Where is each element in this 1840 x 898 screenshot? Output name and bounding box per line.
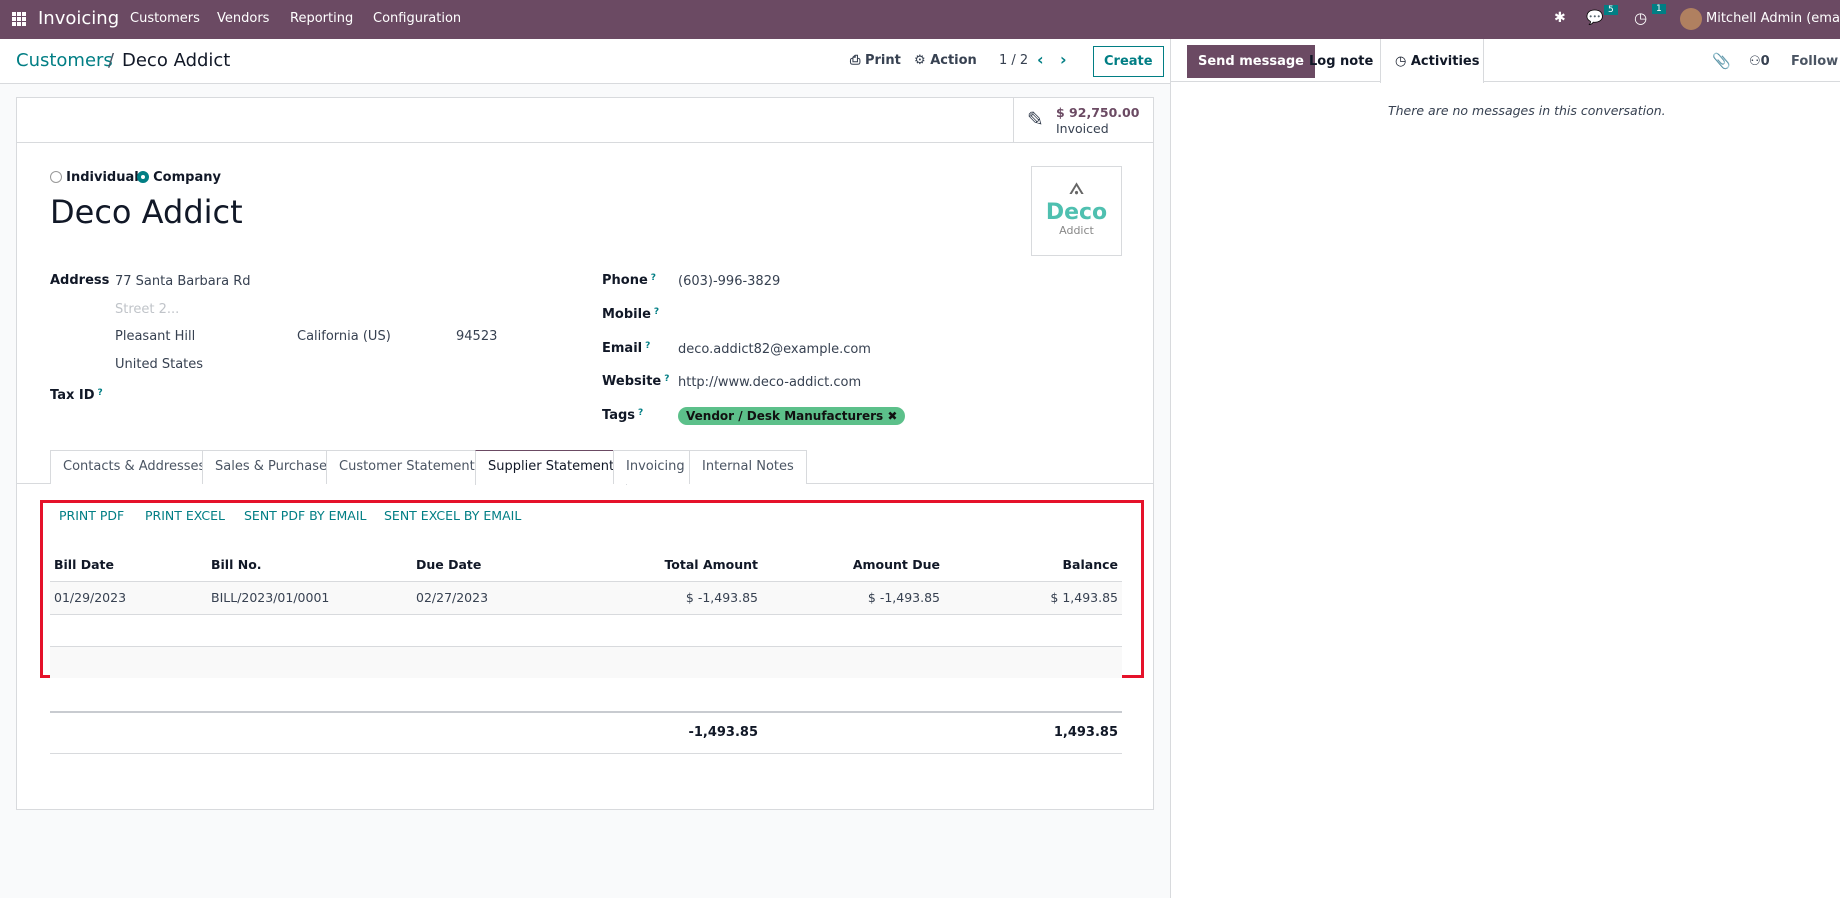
avatar[interactable] (1680, 8, 1702, 30)
menu-configuration[interactable]: Configuration (373, 11, 461, 26)
top-navbar: Invoicing Customers Vendors Reporting Co… (0, 0, 1840, 39)
email-label: Email? (602, 341, 651, 356)
statement-table: Bill Date Bill No. Due Date Total Amount… (50, 550, 1122, 678)
table-row[interactable]: 01/29/2023 BILL/2023/01/0001 02/27/2023 … (50, 582, 1122, 615)
pager-prev-icon[interactable]: ‹ (1037, 50, 1044, 69)
tab-customer-statement[interactable]: Customer Statement (326, 450, 488, 484)
app-name[interactable]: Invoicing (38, 8, 119, 29)
tab-internal-notes[interactable]: Internal Notes (689, 450, 807, 484)
send-pdf-email-button[interactable]: SENT PDF BY EMAIL (244, 508, 367, 523)
menu-vendors[interactable]: Vendors (217, 11, 269, 26)
street-field[interactable]: 77 Santa Barbara Rd (115, 274, 251, 289)
print-excel-button[interactable]: PRINT EXCEL (145, 508, 225, 523)
breadcrumb-current: Deco Addict (122, 50, 231, 71)
empty-row (50, 615, 1122, 647)
send-excel-email-button[interactable]: SENT EXCEL BY EMAIL (384, 508, 521, 523)
messages-icon[interactable]: 💬 5 (1586, 5, 1618, 26)
clock-icon: ◷ (1395, 54, 1411, 69)
radio-individual[interactable]: Individual (50, 170, 139, 185)
total-amount: -1,493.85 (688, 725, 758, 740)
edit-invoice-icon: ✎ (1027, 107, 1044, 131)
pager: 1 / 2 (999, 53, 1029, 68)
print-button[interactable]: ⎙ Print (850, 53, 901, 68)
app-menu-icon[interactable] (12, 12, 26, 26)
messages-badge: 5 (1604, 5, 1618, 15)
action-button[interactable]: ⚙ Action (914, 53, 977, 68)
tab-invoicing[interactable]: Invoicing (613, 450, 698, 484)
website-label: Website? (602, 374, 670, 389)
activities-badge: 1 (1652, 4, 1666, 14)
send-message-button[interactable]: Send message (1187, 45, 1315, 78)
activities-button[interactable]: ◷ Activities (1380, 39, 1484, 83)
debug-icon[interactable]: ✱ (1554, 10, 1566, 26)
stat-label: Invoiced (1056, 121, 1109, 136)
gear-icon: ⚙ (914, 53, 931, 68)
totals-row: -1,493.85 1,493.85 (50, 711, 1122, 754)
breadcrumb-separator: / (108, 50, 115, 71)
phone-label: Phone? (602, 273, 657, 288)
stat-value: $ 92,750.00 (1056, 105, 1140, 120)
print-pdf-button[interactable]: PRINT PDF (59, 508, 124, 523)
user-name[interactable]: Mitchell Admin (email) (1706, 11, 1840, 26)
invoiced-stat-button[interactable]: ✎ $ 92,750.00 Invoiced (1013, 98, 1153, 143)
tab-sales-purchase[interactable]: Sales & Purchase (202, 450, 341, 484)
notebook-tabs: Contacts & Addresses Sales & Purchase Cu… (17, 450, 1153, 485)
total-balance: 1,493.85 (1053, 725, 1118, 740)
empty-conversation-text: There are no messages in this conversati… (1388, 103, 1666, 118)
followers-button[interactable]: ⚇0 (1749, 54, 1770, 69)
zip-field[interactable]: 94523 (456, 329, 497, 344)
mobile-label: Mobile? (602, 307, 660, 322)
activities-icon[interactable]: ◷ 1 (1634, 4, 1666, 27)
attachment-icon[interactable]: 📎 (1712, 52, 1731, 70)
tab-supplier-statement[interactable]: Supplier Statement (475, 450, 628, 485)
phone-field[interactable]: (603)-996-3829 (678, 274, 780, 289)
partner-name[interactable]: Deco Addict (50, 193, 243, 231)
create-button[interactable]: Create (1093, 46, 1164, 77)
chatter: Send message Log note ◷ Activities 📎 ⚇0 … (1170, 39, 1840, 898)
website-field[interactable]: http://www.deco-addict.com (678, 375, 861, 390)
tab-contacts[interactable]: Contacts & Addresses (50, 450, 219, 484)
email-field[interactable]: deco.addict82@example.com (678, 342, 871, 357)
control-panel: Customers / Deco Addict ⎙ Print ⚙ Action… (0, 39, 1170, 84)
address-label: Address (50, 273, 110, 288)
form-sheet: ✎ $ 92,750.00 Invoiced Individual Compan… (16, 97, 1154, 810)
menu-customers[interactable]: Customers (130, 11, 200, 26)
menu-reporting[interactable]: Reporting (290, 11, 353, 26)
follow-button[interactable]: Follow (1791, 54, 1838, 69)
city-field[interactable]: Pleasant Hill (115, 329, 195, 344)
compass-icon: ⟑ (1068, 171, 1085, 201)
state-field[interactable]: California (US) (297, 329, 391, 344)
table-header: Bill Date Bill No. Due Date Total Amount… (50, 550, 1122, 582)
print-icon: ⎙ (850, 53, 865, 68)
tax-id-label: Tax ID? (50, 388, 103, 403)
country-field[interactable]: United States (115, 357, 203, 372)
tag-badge[interactable]: Vendor / Desk Manufacturers ✖ (678, 407, 906, 425)
tags-label: Tags? (602, 408, 644, 423)
partner-logo[interactable]: ⟑ Deco Addict (1031, 166, 1122, 256)
log-note-button[interactable]: Log note (1309, 54, 1373, 69)
button-box (17, 98, 1153, 143)
pager-next-icon[interactable]: › (1060, 50, 1067, 69)
person-icon: ⚇ (1749, 54, 1761, 69)
radio-company[interactable]: Company (137, 170, 221, 185)
empty-row (50, 647, 1122, 678)
street2-field[interactable]: Street 2... (115, 302, 179, 317)
remove-tag-icon[interactable]: ✖ (887, 409, 897, 423)
breadcrumb-parent[interactable]: Customers (16, 50, 113, 71)
